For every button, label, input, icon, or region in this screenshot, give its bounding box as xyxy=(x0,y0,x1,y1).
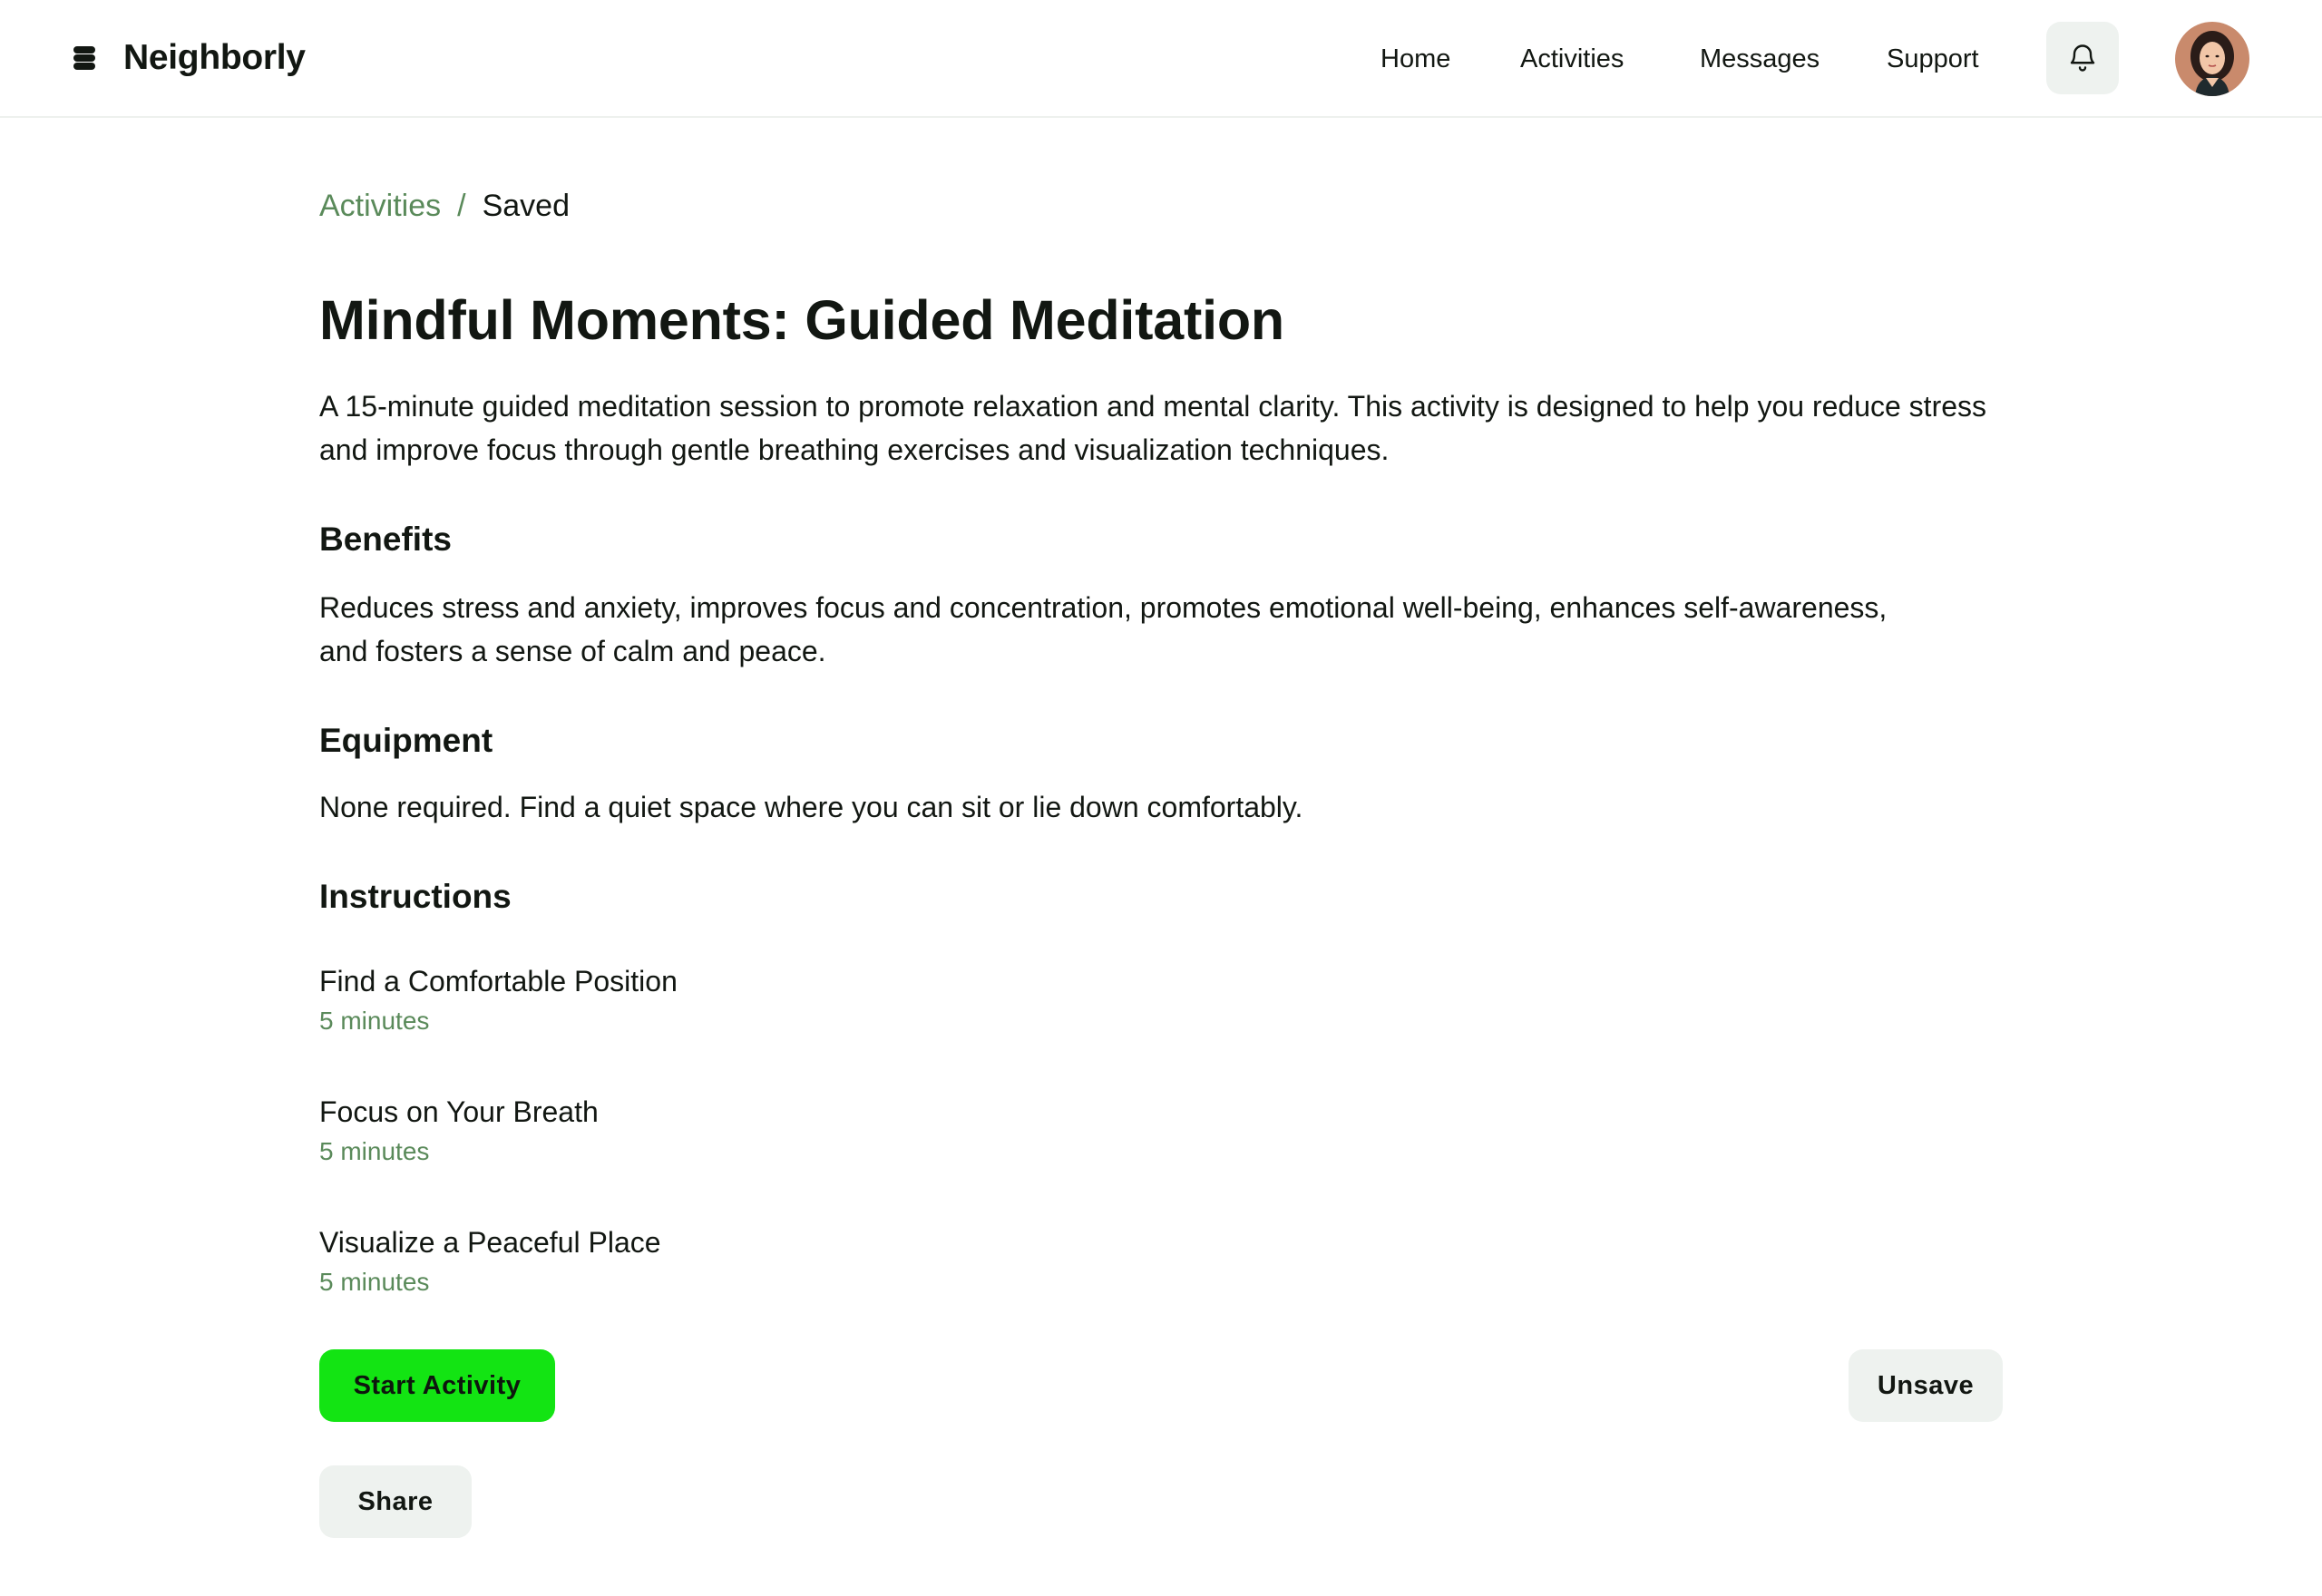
benefits-heading: Benefits xyxy=(319,521,452,558)
benefits-text: Reduces stress and anxiety, improves foc… xyxy=(319,591,1888,667)
nav-support-link[interactable]: Support xyxy=(1887,44,1979,74)
equipment-heading: Equipment xyxy=(319,722,493,759)
page-title: Mindful Moments: Guided Meditation xyxy=(319,289,1284,351)
share-button[interactable]: Share xyxy=(319,1465,472,1538)
nav-item-support[interactable]: Support xyxy=(1887,36,1979,82)
nav-messages-link[interactable]: Messages xyxy=(1700,44,1820,74)
nav-item-messages[interactable]: Messages xyxy=(1700,36,1820,82)
breadcrumb: Activities / Saved xyxy=(319,183,570,229)
nav-item-activities[interactable]: Activities xyxy=(1520,36,1624,82)
unsave-button[interactable]: Unsave xyxy=(1849,1349,2003,1422)
step-duration: 5 minutes xyxy=(319,1268,430,1296)
activity-description: A 15-minute guided meditation session to… xyxy=(319,390,1987,466)
nav-item-home[interactable]: Home xyxy=(1381,36,1450,82)
step-title: Find a Comfortable Position xyxy=(319,965,678,998)
start-activity-button[interactable]: Start Activity xyxy=(319,1349,555,1422)
brand-name: Neighborly xyxy=(123,38,306,77)
step-duration: 5 minutes xyxy=(319,1007,430,1035)
bell-icon xyxy=(2070,44,2095,72)
logo-icon xyxy=(73,46,95,70)
brand[interactable]: Neighborly xyxy=(71,31,306,85)
step-title: Visualize a Peaceful Place xyxy=(319,1226,661,1259)
step-duration: 5 minutes xyxy=(319,1137,430,1165)
step-title: Focus on Your Breath xyxy=(319,1095,599,1128)
user-avatar[interactable] xyxy=(2175,22,2249,96)
breadcrumb-current: Saved xyxy=(482,188,570,223)
instructions-heading: Instructions xyxy=(319,878,512,915)
avatar-image xyxy=(2175,22,2249,96)
nav-activities-link[interactable]: Activities xyxy=(1520,44,1624,74)
top-navbar: Neighborly Home Activities Messages Supp… xyxy=(0,0,2322,118)
notifications-button[interactable] xyxy=(2046,22,2119,94)
breadcrumb-activities-link[interactable]: Activities xyxy=(319,189,441,224)
equipment-text: None required. Find a quiet space where … xyxy=(319,791,1303,823)
breadcrumb-separator: / xyxy=(457,188,466,223)
nav-home-link[interactable]: Home xyxy=(1381,44,1450,74)
